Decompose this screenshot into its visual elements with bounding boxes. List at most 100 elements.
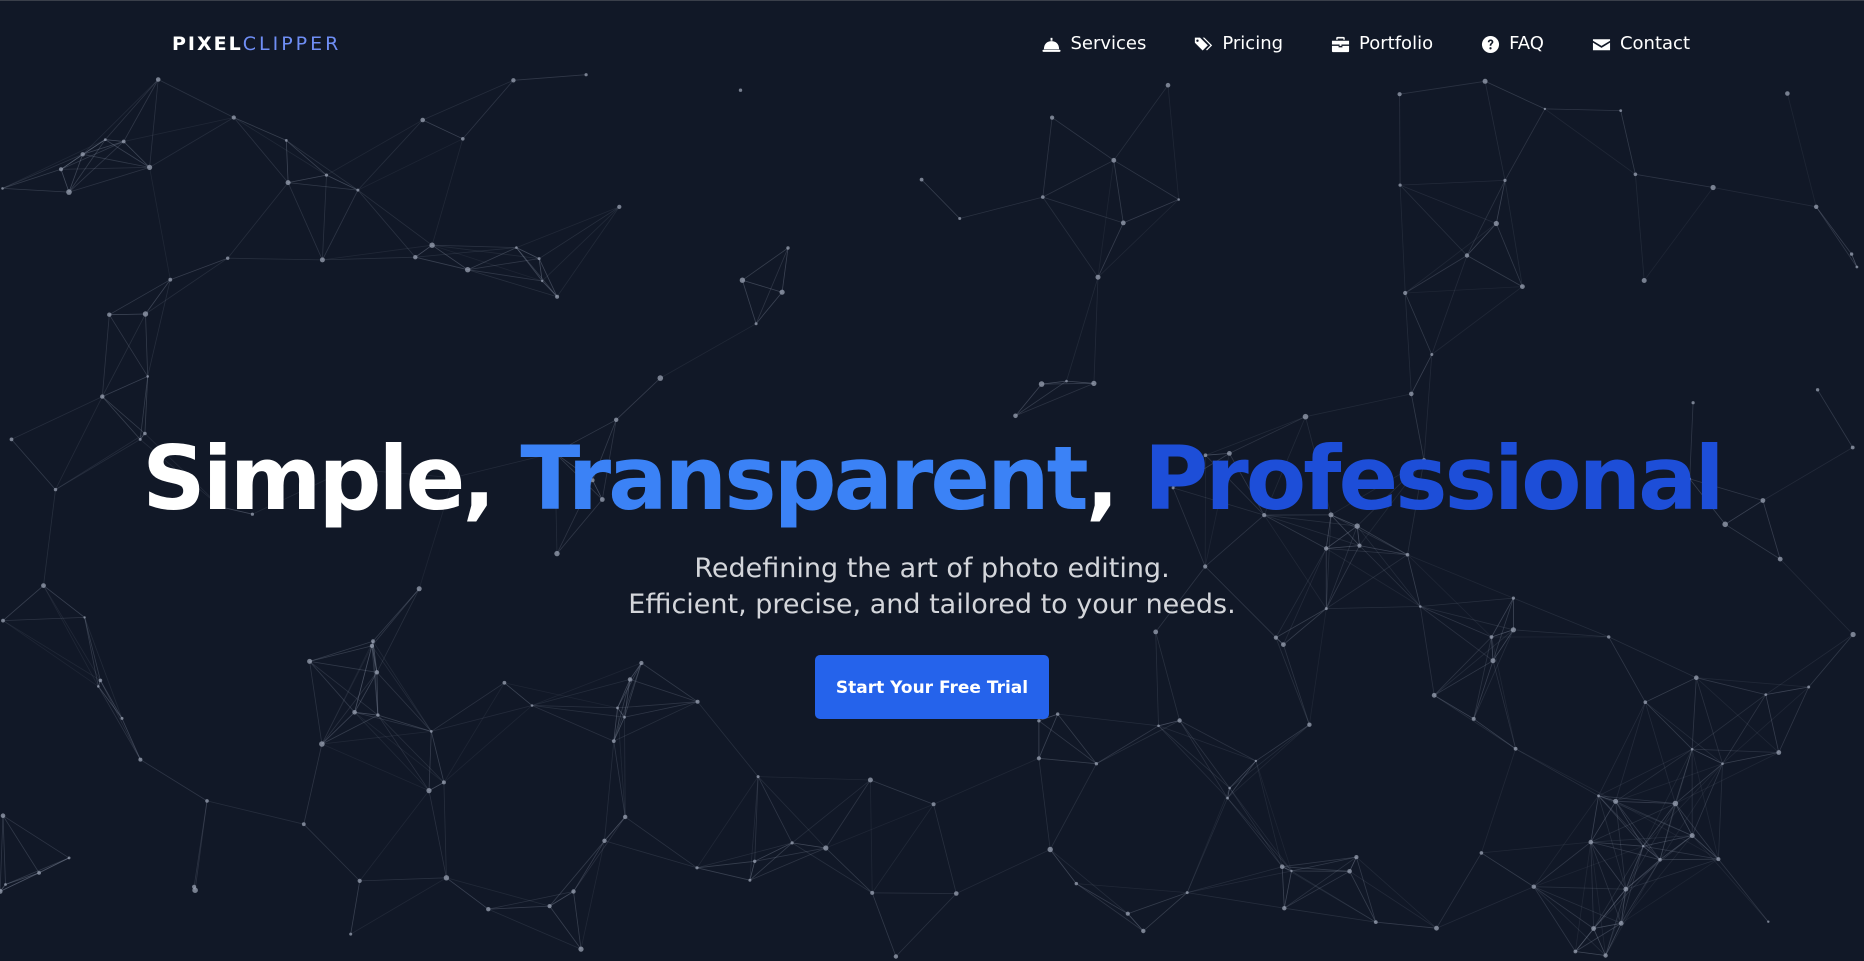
network-node <box>738 88 743 92</box>
nav-item-contact[interactable]: Contact <box>1592 31 1690 57</box>
network-node <box>80 152 85 157</box>
network-node <box>1430 353 1434 356</box>
network-line <box>1400 180 1506 186</box>
network-line <box>604 741 615 841</box>
network-line <box>1675 749 1693 804</box>
logo[interactable]: PIXELCLIPPER <box>172 33 341 55</box>
network-line <box>825 779 871 849</box>
network-node <box>739 277 746 283</box>
network-line <box>1635 173 1714 188</box>
network-line <box>1076 883 1144 932</box>
network-node <box>461 137 465 141</box>
network-line <box>1179 720 1230 789</box>
headline-word-transparent: Transparent <box>520 427 1088 530</box>
network-node <box>420 117 426 123</box>
network-line <box>791 842 873 894</box>
network-node <box>1513 746 1518 751</box>
network-line <box>870 779 934 805</box>
network-line <box>615 377 661 421</box>
nav-item-portfolio[interactable]: Portfolio <box>1331 31 1433 57</box>
network-line <box>1158 720 1180 727</box>
network-line <box>895 893 957 957</box>
network-node <box>1543 107 1547 111</box>
network-node <box>1603 953 1608 958</box>
network-line <box>516 206 620 248</box>
network-node <box>429 730 433 733</box>
network-node <box>67 856 71 860</box>
network-line <box>68 167 150 193</box>
nav-label-contact: Contact <box>1619 33 1690 54</box>
network-node <box>1641 278 1647 283</box>
navbar: PIXELCLIPPER Services Pricing Portfolio … <box>0 1 1864 89</box>
network-line <box>1533 886 1576 952</box>
network-line <box>1718 858 1769 922</box>
network-line <box>1815 206 1852 255</box>
nav-item-faq[interactable]: FAQ <box>1481 31 1544 57</box>
network-node <box>1290 869 1293 873</box>
network-node <box>870 890 875 895</box>
network-node <box>919 177 924 182</box>
network-line <box>462 80 514 140</box>
network-line <box>1625 846 1644 890</box>
network-node <box>954 891 959 896</box>
network-line <box>921 179 960 219</box>
network-line <box>321 731 432 745</box>
network-node <box>958 217 962 220</box>
network-line <box>415 256 468 271</box>
nav-item-pricing[interactable]: Pricing <box>1194 31 1283 57</box>
network-line <box>422 119 463 140</box>
network-node <box>100 394 105 399</box>
network-node <box>1855 265 1859 269</box>
headline-word-professional: Professional <box>1143 427 1725 530</box>
network-node <box>555 294 560 299</box>
network-line <box>326 119 423 176</box>
network-node <box>537 257 541 261</box>
network-node <box>1689 833 1695 839</box>
network-line <box>1484 81 1506 181</box>
network-node <box>103 138 107 142</box>
headline-word-simple: Simple, <box>142 427 496 530</box>
network-node <box>1815 388 1820 392</box>
network-line <box>1179 720 1257 762</box>
network-line <box>1405 286 1523 294</box>
network-line <box>1158 725 1230 789</box>
network-line <box>1410 354 1433 395</box>
network-node <box>790 841 794 845</box>
network-line <box>1123 199 1179 224</box>
network-node <box>602 838 607 843</box>
network-line <box>322 175 327 260</box>
network-line <box>1642 763 1723 847</box>
network-line <box>541 206 620 282</box>
network-node <box>1 187 4 190</box>
network-node <box>226 256 230 260</box>
network-line <box>792 842 826 849</box>
network-line <box>145 313 149 377</box>
network-line <box>604 816 626 842</box>
network-line <box>303 823 360 882</box>
network-node <box>37 871 41 875</box>
network-line <box>1375 921 1437 929</box>
network-line <box>1179 720 1228 799</box>
network-node <box>147 164 153 170</box>
network-line <box>149 117 235 168</box>
network-node <box>59 167 63 172</box>
network-line <box>1533 841 1592 888</box>
network-line <box>68 154 84 193</box>
network-line <box>286 140 327 176</box>
network-line <box>1113 84 1169 161</box>
network-node <box>1185 891 1189 895</box>
start-free-trial-button[interactable]: Start Your Free Trial <box>815 655 1049 719</box>
network-node <box>1409 391 1414 397</box>
network-node <box>611 739 616 743</box>
network-node <box>301 822 306 827</box>
network-node <box>356 188 360 192</box>
network-node <box>1613 798 1619 804</box>
network-node <box>1050 115 1055 120</box>
network-line <box>287 182 323 261</box>
network-node <box>756 775 760 779</box>
nav-item-services[interactable]: Services <box>1042 31 1146 57</box>
network-line <box>1167 85 1180 200</box>
network-line <box>660 323 757 379</box>
nav-label-faq: FAQ <box>1509 33 1544 54</box>
network-line <box>1096 725 1159 765</box>
